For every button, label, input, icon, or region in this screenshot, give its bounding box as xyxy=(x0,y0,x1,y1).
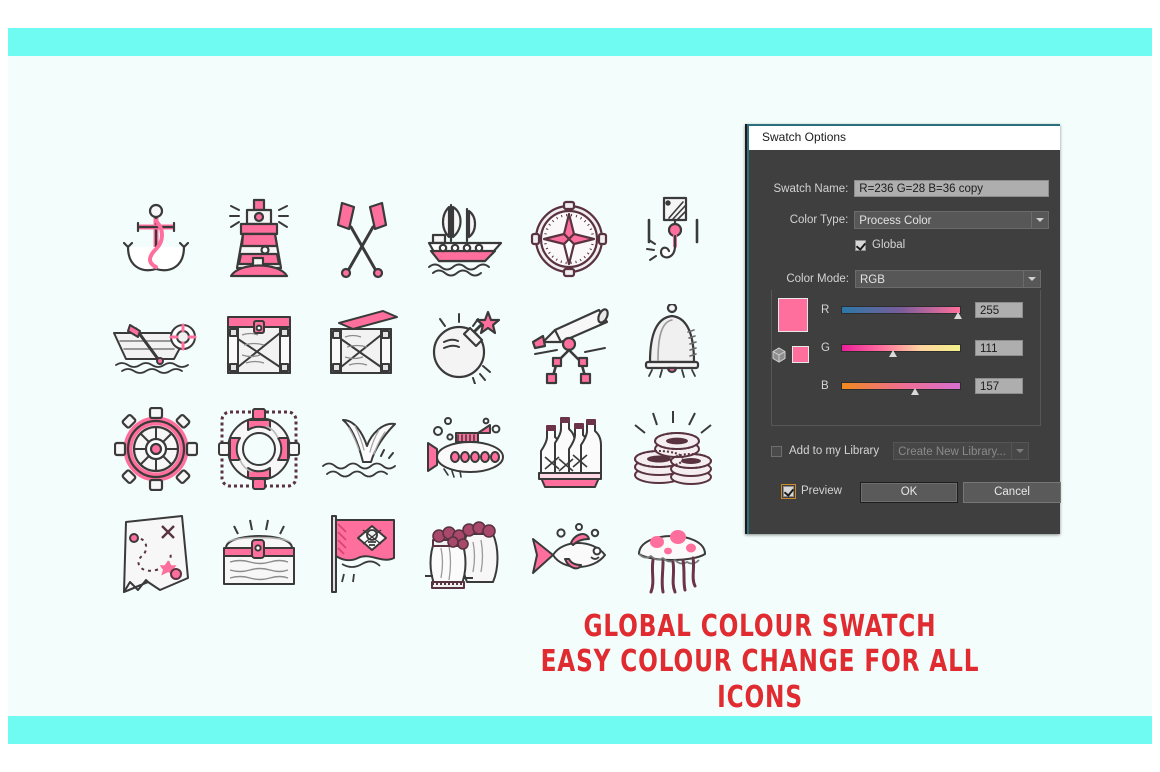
icon-crane-hook xyxy=(621,186,724,291)
channel-slider-g[interactable] xyxy=(841,344,961,357)
icon-treasure-chest xyxy=(207,501,310,606)
global-checkbox[interactable] xyxy=(855,239,866,251)
icon-submarine xyxy=(414,396,517,501)
icon-wooden-crate-open xyxy=(311,291,414,396)
swatch-options-dialog: Swatch Options Swatch Name: R=236 G=28 B… xyxy=(745,124,1061,534)
chevron-down-icon-2 xyxy=(1023,271,1040,287)
icon-ship-wheel xyxy=(104,396,207,501)
dialog-title: Swatch Options xyxy=(762,130,847,144)
icon-treasure-map xyxy=(104,501,207,606)
preview-checkbox[interactable] xyxy=(781,483,796,499)
create-library-value: Create New Library... xyxy=(898,446,1006,458)
icon-wooden-crate-closed xyxy=(207,291,310,396)
icon-pirate-flag xyxy=(311,501,414,606)
icon-sailing-ship xyxy=(414,186,517,291)
channel-row-r: R 255 xyxy=(821,302,1051,319)
icon-coin-stacks xyxy=(621,396,724,501)
dialog-title-underline xyxy=(749,124,1060,126)
dialog-titlebar[interactable]: Swatch Options xyxy=(749,124,1060,151)
color-mode-value: RGB xyxy=(860,274,885,286)
channel-row-b: B 157 xyxy=(821,378,1051,395)
color-type-dropdown[interactable]: Process Color xyxy=(854,211,1049,229)
icon-lighthouse xyxy=(207,186,310,291)
tagline-line-2: EASY COLOUR CHANGE FOR ALL ICONS xyxy=(540,644,980,715)
swatch-name-input[interactable]: R=236 G=28 B=36 copy xyxy=(854,180,1049,197)
global-swatch-indicator xyxy=(771,346,809,363)
icon-anchor xyxy=(104,186,207,291)
icon-grid xyxy=(104,186,724,606)
dialog-left-border xyxy=(745,124,747,534)
color-type-label: Color Type: xyxy=(789,214,849,226)
channel-row-g: G 111 xyxy=(821,340,1051,357)
icon-ship-bell xyxy=(621,291,724,396)
color-type-value: Process Color xyxy=(859,215,932,227)
swatch-preview-large[interactable] xyxy=(778,298,808,332)
icon-whale-tail xyxy=(311,396,414,501)
color-type-row: Color Type: Process Color xyxy=(749,211,1049,229)
tagline-line-1: GLOBAL COLOUR SWATCH xyxy=(583,609,937,644)
icon-life-buoy xyxy=(207,396,310,501)
channel-value-b[interactable]: 157 xyxy=(975,378,1023,394)
channel-label-b: B xyxy=(821,380,829,392)
ok-button[interactable]: OK xyxy=(860,482,958,503)
dialog-body: Swatch Name: R=236 G=28 B=36 copy Color … xyxy=(749,150,1061,534)
channel-slider-b[interactable] xyxy=(841,382,961,395)
color-mode-row: Color Mode: RGB xyxy=(749,268,1049,290)
cube-icon xyxy=(772,346,786,363)
chevron-down-icon-3 xyxy=(1011,443,1029,459)
global-label: Global xyxy=(872,239,906,251)
swatch-name-row: Swatch Name: R=236 G=28 B=36 copy xyxy=(749,180,1049,197)
icon-telescope xyxy=(517,291,620,396)
add-to-library-label: Add to my Library xyxy=(789,445,880,457)
preview-label: Preview xyxy=(801,485,842,497)
cancel-button[interactable]: Cancel xyxy=(963,482,1061,503)
bottom-accent-band xyxy=(8,716,1152,744)
top-accent-band xyxy=(8,28,1152,56)
add-to-library-row: Add to my Library Create New Library... xyxy=(771,442,1056,460)
color-mode-label: Color Mode: xyxy=(786,273,849,285)
color-mode-dropdown[interactable]: RGB xyxy=(855,270,1041,288)
preview-row: Preview xyxy=(781,483,842,499)
global-row: Global xyxy=(855,239,905,251)
channel-label-r: R xyxy=(821,304,830,316)
channel-label-g: G xyxy=(821,342,830,354)
add-to-library-checkbox[interactable] xyxy=(771,445,782,457)
tagline: GLOBAL COLOUR SWATCH EASY COLOUR CHANGE … xyxy=(480,610,1040,716)
icon-fish xyxy=(517,501,620,606)
icon-barrels xyxy=(414,501,517,606)
icon-compass xyxy=(517,186,620,291)
icon-bomb xyxy=(414,291,517,396)
create-library-dropdown[interactable]: Create New Library... xyxy=(893,442,1030,460)
icon-bottle-crate xyxy=(517,396,620,501)
poster-canvas: GLOBAL COLOUR SWATCH EASY COLOUR CHANGE … xyxy=(0,0,1160,772)
icon-rowboat-life-ring xyxy=(104,291,207,396)
channel-value-r[interactable]: 255 xyxy=(975,302,1023,318)
channel-slider-r[interactable] xyxy=(841,306,962,319)
icon-jellyfish xyxy=(621,501,724,606)
swatch-name-label: Swatch Name: xyxy=(773,182,849,195)
channel-value-g[interactable]: 111 xyxy=(975,340,1023,356)
chevron-down-icon xyxy=(1031,212,1048,228)
icon-crossed-oars xyxy=(311,186,414,291)
